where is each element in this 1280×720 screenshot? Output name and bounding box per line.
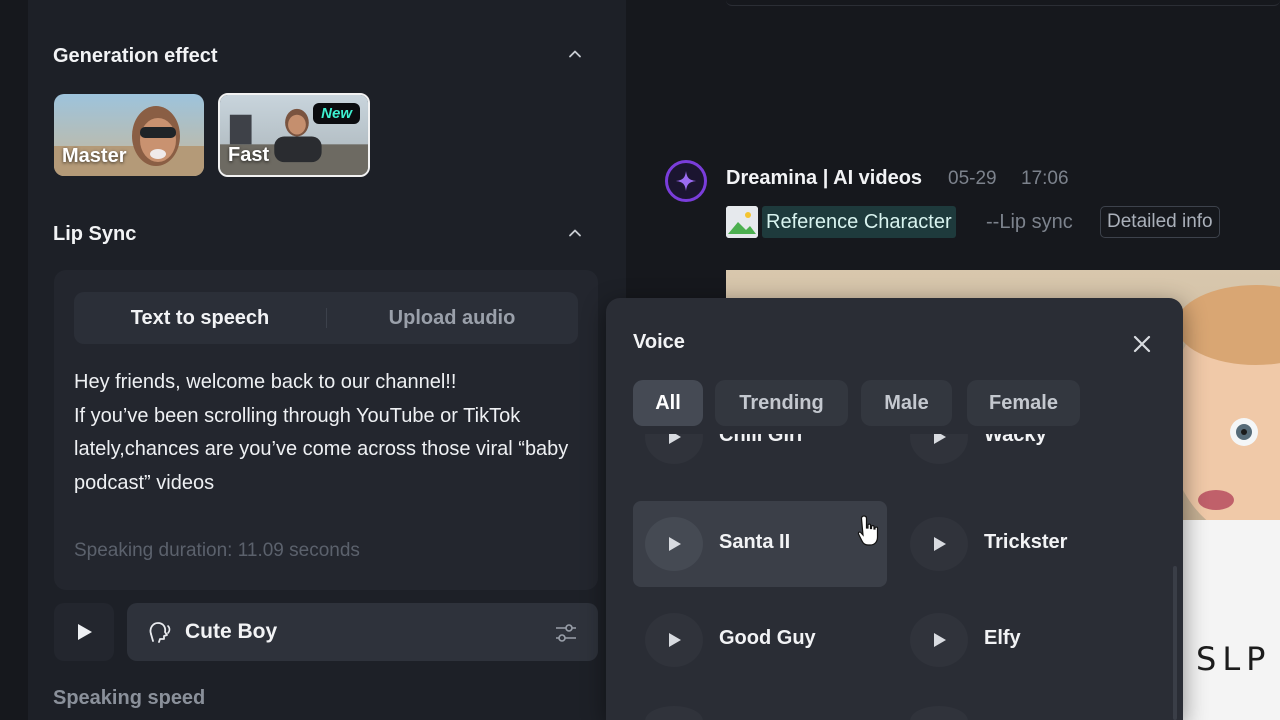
lip-sync-title: Lip Sync [53, 223, 137, 245]
speaking-speed-label: Speaking speed [53, 687, 206, 709]
lip-sync-tag: --Lip sync [986, 211, 1073, 233]
voice-item-good-guy[interactable]: Good Guy [633, 597, 887, 683]
reference-thumbnail [726, 206, 758, 238]
voice-name: Wacky [984, 434, 1047, 446]
play-icon [934, 434, 946, 444]
collapse-chevron-up-icon[interactable] [567, 225, 583, 241]
filter-all[interactable]: All [633, 380, 703, 426]
effect-option-fast[interactable]: New Fast [218, 93, 370, 177]
message-author: Dreamina | AI videos [726, 167, 923, 189]
dreamina-avatar [665, 160, 707, 202]
voice-popup-title: Voice [633, 331, 685, 353]
previous-message-edge [726, 0, 1280, 6]
voice-play-button[interactable] [910, 517, 968, 571]
tab-upload-audio[interactable]: Upload audio [326, 292, 578, 344]
voice-name: Santa II [719, 531, 791, 553]
voice-play-button[interactable] [645, 434, 703, 464]
speaking-duration: Speaking duration: 11.09 seconds [74, 540, 360, 561]
preview-play-button[interactable] [54, 603, 114, 661]
message-date: 05-29 [948, 168, 997, 189]
play-icon [669, 434, 681, 444]
voice-play-button[interactable] [910, 434, 968, 464]
filter-trending[interactable]: Trending [715, 380, 848, 426]
play-icon [78, 624, 92, 640]
lip-sync-tabs: Text to speech Upload audio [74, 292, 578, 344]
voice-name: Elfy [984, 627, 1021, 649]
play-icon [669, 537, 681, 551]
settings-sliders-icon[interactable] [554, 622, 578, 644]
voice-item-elfy[interactable]: Elfy [898, 597, 1152, 683]
speaking-head-icon [149, 622, 171, 643]
image-icon [726, 206, 758, 238]
voice-item-trickster[interactable]: Trickster [898, 501, 1152, 587]
voice-name: Good Guy [719, 627, 816, 649]
message-time: 17:06 [1021, 168, 1069, 189]
filter-male[interactable]: Male [861, 380, 952, 426]
voice-name: Trickster [984, 531, 1068, 553]
selected-voice-name: Cute Boy [185, 620, 278, 643]
voice-play-button[interactable] [645, 613, 703, 667]
voice-item-chill-girl[interactable]: Chill Girl [633, 434, 887, 480]
voice-play-button[interactable] [645, 517, 703, 571]
reference-character-link[interactable]: Reference Character [762, 206, 956, 238]
effect-option-master[interactable]: Master [54, 94, 204, 176]
play-icon [669, 633, 681, 647]
voice-selector[interactable]: Cute Boy [127, 603, 598, 661]
lip-sync-box: Text to speech Upload audio Hey friends,… [54, 270, 598, 590]
voice-play-button[interactable] [645, 706, 703, 720]
effect-label-master: Master [62, 145, 127, 167]
star-logo-icon [676, 171, 696, 191]
close-icon[interactable] [1130, 332, 1154, 356]
play-icon [934, 537, 946, 551]
voice-name: Chill Girl [719, 434, 803, 446]
voice-play-button[interactable] [910, 613, 968, 667]
voice-list: Chill Girl Wacky Santa II Trickster Good… [606, 434, 1171, 720]
tab-text-to-speech[interactable]: Text to speech [74, 292, 326, 344]
voice-popup: Voice All Trending Male Female Chill Gir… [606, 298, 1183, 720]
voice-item-santa-ii[interactable]: Santa II [633, 501, 887, 587]
hand-cursor-icon [857, 515, 879, 546]
generation-effect-title: Generation effect [53, 45, 218, 67]
voice-item-wacky[interactable]: Wacky [898, 434, 1152, 480]
voice-play-button[interactable] [910, 706, 968, 720]
effect-label-fast: Fast [228, 144, 270, 166]
new-badge: New [313, 103, 360, 124]
speech-text-input[interactable]: Hey friends, welcome back to our channel… [74, 366, 584, 500]
filter-female[interactable]: Female [967, 380, 1080, 426]
play-icon [934, 633, 946, 647]
voice-list-scrollbar[interactable] [1173, 566, 1177, 720]
svg-text:SLP: SLP [1196, 640, 1271, 678]
collapse-chevron-up-icon[interactable] [567, 46, 583, 62]
detailed-info-button[interactable]: Detailed info [1100, 206, 1220, 238]
